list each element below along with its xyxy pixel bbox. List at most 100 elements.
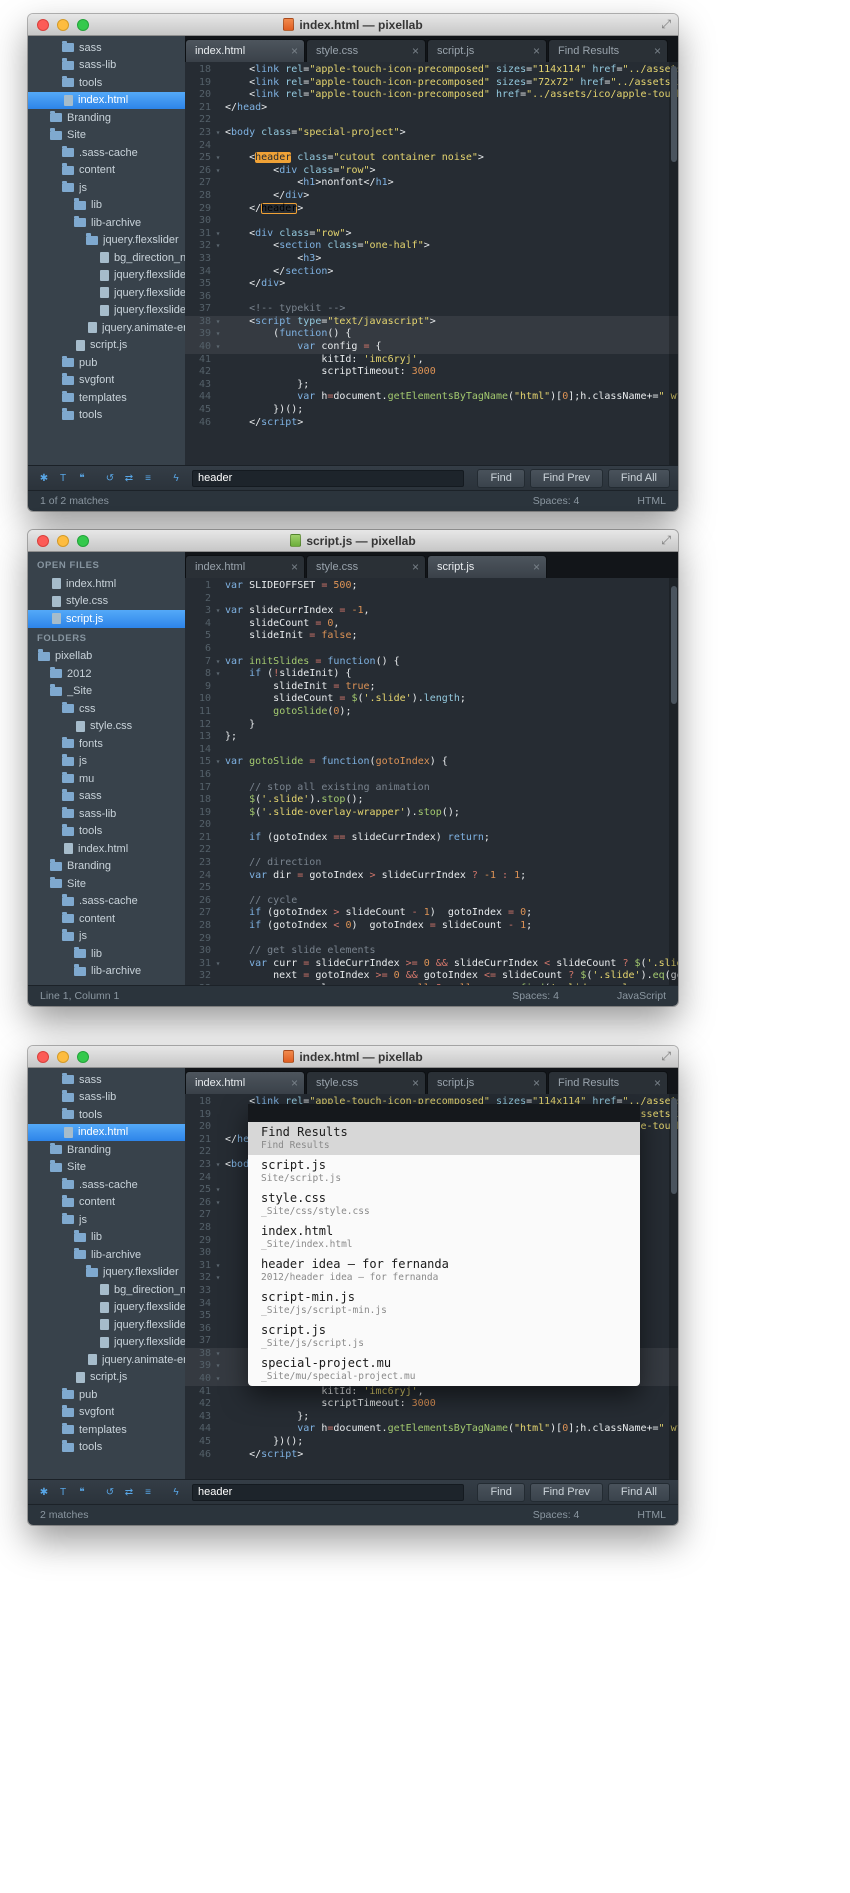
sidebar-item-index-html[interactable]: index.html (28, 840, 185, 858)
syntax-status[interactable]: JavaScript (617, 990, 666, 1002)
scrollbar-thumb[interactable] (671, 586, 677, 704)
goto-anything-input[interactable] (248, 1104, 640, 1122)
code-line[interactable]: 26▾ <div class="row"> (185, 165, 678, 178)
sidebar-item-sass-lib[interactable]: sass-lib (28, 1089, 185, 1107)
code-line[interactable]: 23 // direction (185, 857, 678, 870)
whole-word-toggle-icon[interactable]: ❝ (74, 470, 90, 486)
in-selection-toggle-icon[interactable]: ⇄ (121, 470, 137, 486)
find-prev-button[interactable]: Find Prev (530, 469, 603, 488)
goto-result-header-idea-for-fernanda[interactable]: header idea – for fernanda2012/header id… (248, 1254, 640, 1287)
sidebar-item-pixellab[interactable]: pixellab (28, 648, 185, 666)
goto-result-special-project-mu[interactable]: special-project.mu_Site/mu/special-proje… (248, 1353, 640, 1386)
sidebar-item-branding[interactable]: Branding (28, 858, 185, 876)
close-button[interactable] (37, 19, 49, 31)
code-line[interactable]: 36 (185, 291, 678, 304)
tab-find-results[interactable]: Find Results× (548, 1071, 668, 1094)
code-line[interactable]: 31▾ var curr = slideCurrIndex >= 0 && sl… (185, 958, 678, 971)
code-line[interactable]: 22 (185, 844, 678, 857)
sidebar-item-site[interactable]: Site (28, 875, 185, 893)
sidebar-item-content[interactable]: content (28, 162, 185, 180)
tab-index-html[interactable]: index.html× (185, 555, 305, 578)
indentation-status[interactable]: Spaces: 4 (512, 990, 559, 1002)
code-line[interactable]: 46 </script> (185, 1449, 678, 1462)
sidebar-item-style-css[interactable]: style.css (28, 718, 185, 736)
tab-close-icon[interactable]: × (291, 1076, 298, 1090)
tab-close-icon[interactable]: × (533, 1076, 540, 1090)
sidebar-item-js[interactable]: js (28, 179, 185, 197)
minimize-button[interactable] (57, 535, 69, 547)
fold-arrow-icon[interactable]: ▾ (211, 127, 225, 140)
fold-arrow-icon[interactable]: ▾ (211, 1159, 225, 1172)
code-line[interactable]: 27 <h1>nonfont</h1> (185, 177, 678, 190)
fold-arrow-icon[interactable]: ▾ (211, 1260, 225, 1273)
code-line[interactable]: 34 </section> (185, 266, 678, 279)
code-line[interactable]: 17 // stop all existing animation (185, 782, 678, 795)
code-line[interactable]: 9 slideInit = true; (185, 681, 678, 694)
sidebar-item-bg-direction-nav[interactable]: bg_direction_nav (28, 249, 185, 267)
code-line[interactable]: 30 // get slide elements (185, 945, 678, 958)
code-line[interactable]: 18 <link rel="apple-touch-icon-precompos… (185, 64, 678, 77)
sidebar-item-lib-archive[interactable]: lib-archive (28, 214, 185, 232)
code-line[interactable]: 35 </div> (185, 278, 678, 291)
code-line[interactable]: 39▾ (function() { (185, 328, 678, 341)
code-line[interactable]: 29 (185, 933, 678, 946)
code-line[interactable]: 19 $('.slide-overlay-wrapper').stop(); (185, 807, 678, 820)
sidebar-item-tools[interactable]: tools (28, 1439, 185, 1457)
find-all-button[interactable]: Find All (608, 469, 670, 488)
find-button[interactable]: Find (477, 469, 524, 488)
minimize-button[interactable] (57, 1051, 69, 1063)
sidebar-item-jquery-flexslider[interactable]: jquery.flexslider. (28, 1316, 185, 1334)
wrap-toggle-icon[interactable]: ↺ (102, 470, 118, 486)
find-prev-button[interactable]: Find Prev (530, 1483, 603, 1502)
code-line[interactable]: 28 if (gotoIndex < 0) gotoIndex = slideC… (185, 920, 678, 933)
code-line[interactable]: 13}; (185, 731, 678, 744)
regex-toggle-icon[interactable]: ✱ (36, 1484, 52, 1500)
code-line[interactable]: 32 next = gotoIndex >= 0 && gotoIndex <=… (185, 970, 678, 983)
zoom-button[interactable] (77, 19, 89, 31)
tab-close-icon[interactable]: × (291, 44, 298, 58)
fold-arrow-icon[interactable]: ▾ (211, 1272, 225, 1285)
code-line[interactable]: 33 curroverlay = curr == null ? null : c… (185, 983, 678, 985)
fullscreen-icon[interactable]: ⤢ (661, 17, 671, 32)
code-line[interactable]: 42 scriptTimeout: 3000 (185, 1398, 678, 1411)
code-line[interactable]: 29 </header> (185, 203, 678, 216)
fold-arrow-icon[interactable]: ▾ (211, 668, 225, 681)
sidebar-item-sass[interactable]: sass (28, 1071, 185, 1089)
case-sensitive-toggle-icon[interactable]: T (55, 1484, 71, 1500)
sidebar-item-jquery-flexslider[interactable]: jquery.flexslider. (28, 267, 185, 285)
sidebar-item-sass-cache[interactable]: .sass-cache (28, 1176, 185, 1194)
sidebar-item-sass-cache[interactable]: .sass-cache (28, 144, 185, 162)
code-line[interactable]: 10 slideCount = $('.slide').length; (185, 693, 678, 706)
fold-arrow-icon[interactable]: ▾ (211, 152, 225, 165)
tab-close-icon[interactable]: × (654, 44, 661, 58)
find-input[interactable] (192, 1484, 464, 1501)
tab-script-js[interactable]: script.js× (427, 555, 547, 578)
code-line[interactable]: 7▾var initSlides = function() { (185, 656, 678, 669)
sidebar-item-mu[interactable]: mu (28, 770, 185, 788)
fold-arrow-icon[interactable]: ▾ (211, 1184, 225, 1197)
sidebar-item-branding[interactable]: Branding (28, 109, 185, 127)
context-toggle-icon[interactable]: ≡ (140, 470, 156, 486)
whole-word-toggle-icon[interactable]: ❝ (74, 1484, 90, 1500)
title-bar[interactable]: index.html — pixellab ⤢ (28, 1046, 678, 1068)
tab-style-css[interactable]: style.css× (306, 1071, 426, 1094)
sidebar-item-jquery-flexslider[interactable]: jquery.flexslider. (28, 1299, 185, 1317)
close-button[interactable] (37, 1051, 49, 1063)
goto-result-find-results[interactable]: Find ResultsFind Results (248, 1122, 640, 1155)
title-bar[interactable]: script.js — pixellab ⤢ (28, 530, 678, 552)
sidebar-item-js[interactable]: js (28, 1211, 185, 1229)
zoom-button[interactable] (77, 1051, 89, 1063)
sidebar-item-lib[interactable]: lib (28, 945, 185, 963)
indentation-status[interactable]: Spaces: 4 (533, 495, 580, 507)
code-line[interactable]: 41 kitId: 'imc6ryj', (185, 1386, 678, 1399)
sidebar-item-lib-archive[interactable]: lib-archive (28, 1246, 185, 1264)
sidebar-item-bg-direction-nav[interactable]: bg_direction_nav (28, 1281, 185, 1299)
sidebar-item-lib[interactable]: lib (28, 1229, 185, 1247)
regex-toggle-icon[interactable]: ✱ (36, 470, 52, 486)
code-line[interactable]: 20 <link rel="apple-touch-icon-precompos… (185, 89, 678, 102)
fold-arrow-icon[interactable]: ▾ (211, 605, 225, 618)
code-line[interactable]: 24 (185, 140, 678, 153)
sidebar-item-jquery-animate-enh[interactable]: jquery.animate-enh (28, 1351, 185, 1369)
tab-index-html[interactable]: index.html× (185, 39, 305, 62)
case-sensitive-toggle-icon[interactable]: T (55, 470, 71, 486)
